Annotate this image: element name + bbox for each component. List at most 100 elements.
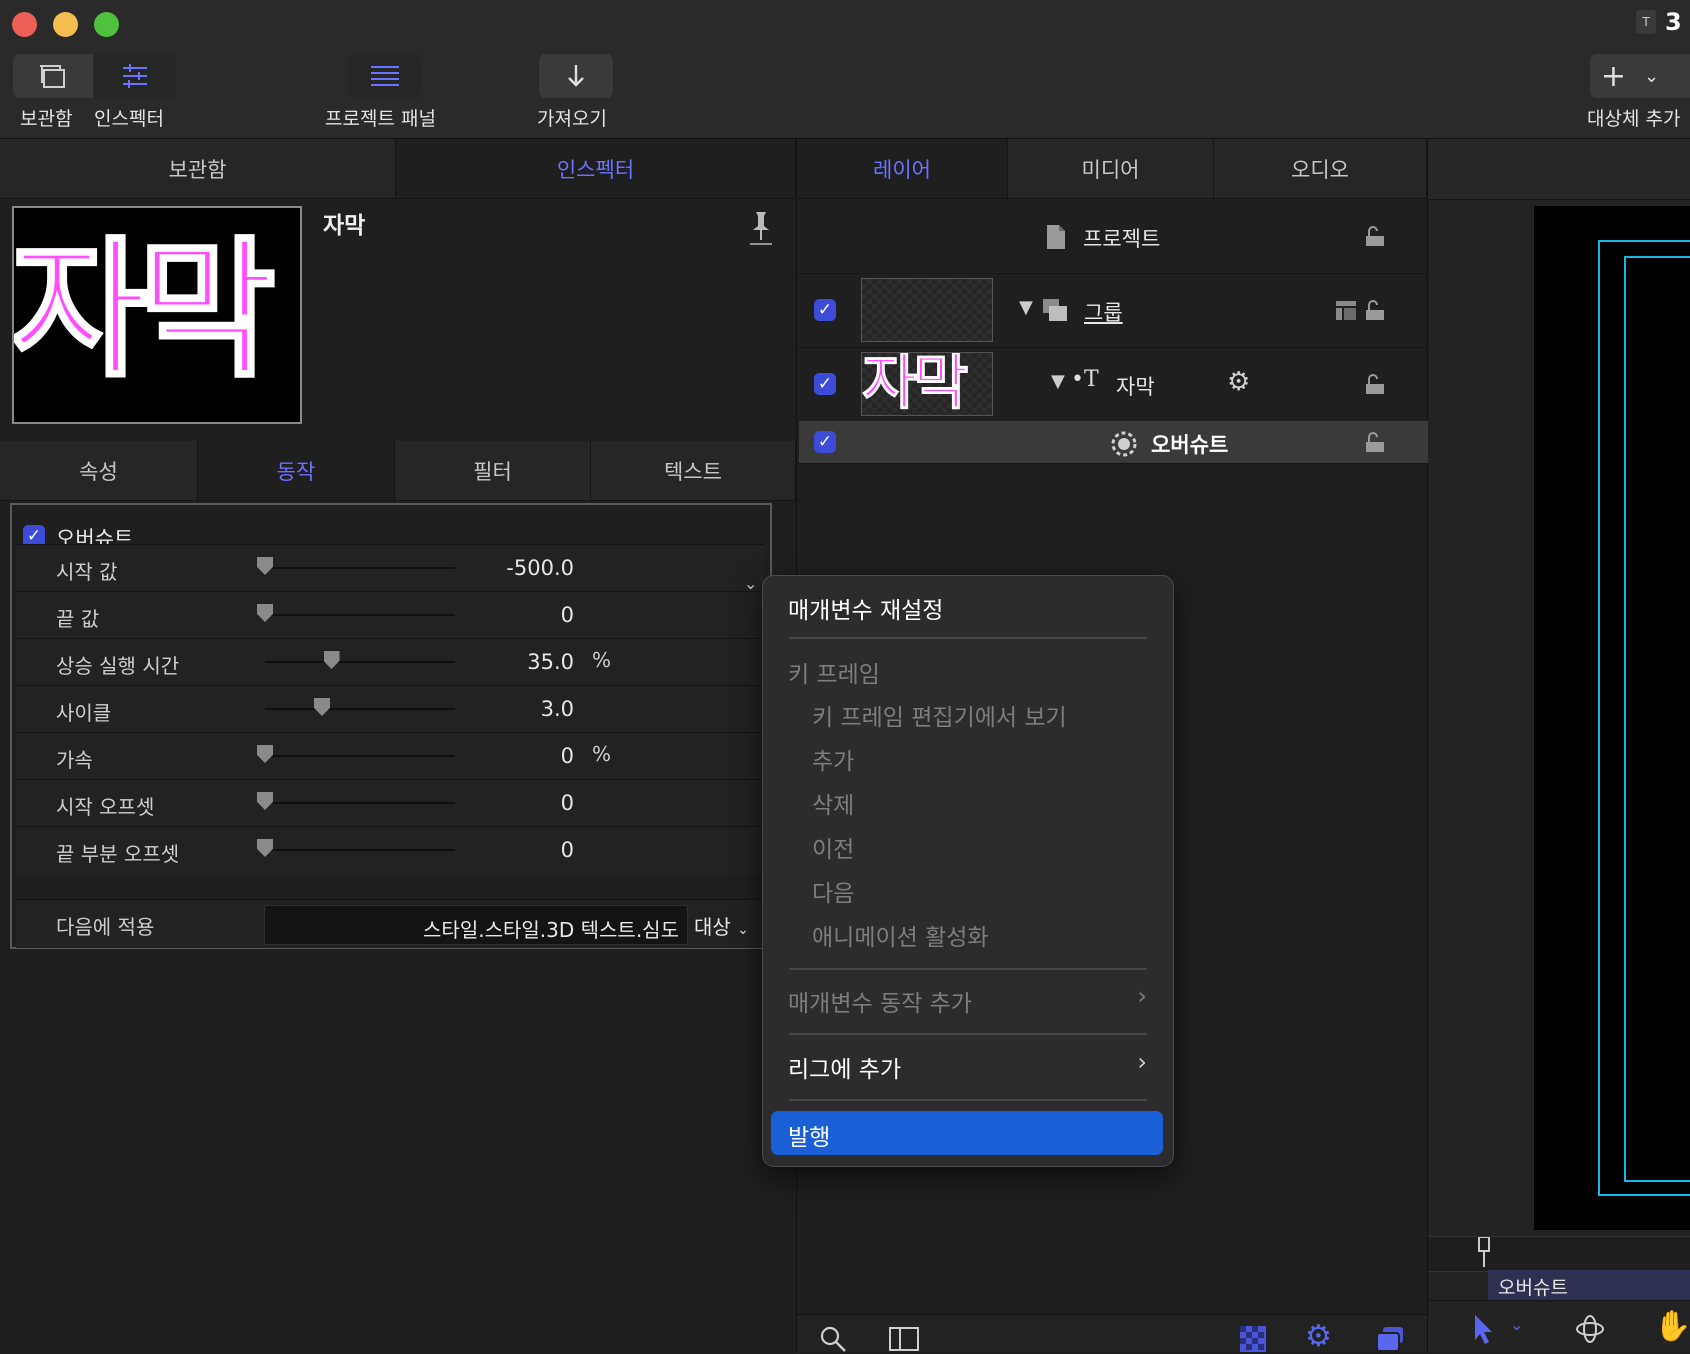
subtab-behaviors[interactable]: 동작 — [198, 441, 395, 501]
param-value-field[interactable]: 0 — [414, 603, 574, 627]
chevron-down-icon: ⌄ — [737, 922, 749, 938]
apply-to-field[interactable]: 스타일.스타일.3D 텍스트.심도 — [264, 905, 688, 945]
thumbnail-toggle-icon[interactable] — [889, 1325, 919, 1351]
param-slider-knob[interactable] — [257, 745, 273, 763]
apply-to-label: 다음에 적용 — [56, 915, 155, 939]
menu-item-add-keyframe[interactable]: 추가 — [812, 742, 854, 776]
menu-item-add-parameter-behavior[interactable]: 매개변수 동작 추가 — [788, 984, 972, 1018]
add-object-label: 대상체 추가 — [1587, 108, 1681, 130]
subtab-filters[interactable]: 필터 — [395, 441, 591, 501]
menu-item-enable-animation[interactable]: 애니메이션 활성화 — [812, 918, 989, 952]
menu-separator — [789, 968, 1147, 970]
menu-item-previous-keyframe[interactable]: 이전 — [812, 830, 854, 864]
project-panel-label: 프로젝트 패널 — [325, 108, 436, 130]
param-slider-knob[interactable] — [314, 698, 330, 716]
close-button[interactable] — [12, 12, 37, 37]
text-layer-icon: •T — [1071, 367, 1099, 392]
apply-to-row: 다음에 적용 스타일.스타일.3D 텍스트.심도 대상 ⌄ — [16, 899, 764, 948]
lock-icon[interactable] — [1364, 299, 1386, 321]
preview-title: 자막 — [323, 213, 366, 239]
menu-item-show-in-keyframe-editor[interactable]: 키 프레임 편집기에서 보기 — [812, 698, 1067, 732]
menu-separator — [789, 637, 1147, 639]
param-label: 상승 실행 시간 — [56, 654, 180, 678]
menu-item-publish[interactable]: 발행 — [771, 1111, 1163, 1155]
chevron-down-icon[interactable]: ⌄ — [1510, 1315, 1523, 1334]
param-value-field[interactable]: 3.0 — [414, 697, 574, 721]
layer-row-group[interactable]: ✓ ▼ 그룹 — [799, 273, 1430, 348]
tab-library[interactable]: 보관함 — [0, 139, 396, 199]
select-arrow-icon[interactable] — [1472, 1313, 1496, 1345]
layers-icon[interactable] — [1375, 1325, 1405, 1353]
menu-item-delete-keyframe[interactable]: 삭제 — [812, 786, 854, 820]
canvas-header — [1428, 139, 1690, 200]
behavior-gear-icon[interactable]: ⚙ — [1305, 1319, 1332, 1354]
menu-item-add-to-rig[interactable]: 리그에 추가 — [788, 1050, 901, 1084]
import-button[interactable] — [539, 54, 613, 98]
lock-icon[interactable] — [1364, 431, 1386, 453]
menu-item-next-keyframe[interactable]: 다음 — [812, 874, 854, 908]
import-label: 가져오기 — [537, 108, 607, 130]
layer-text-checkbox[interactable]: ✓ — [814, 373, 836, 395]
param-slider-knob[interactable] — [257, 839, 273, 857]
param-row-end-offset: 끝 부분 오프셋 0 — [16, 826, 764, 874]
layer-group-checkbox[interactable]: ✓ — [814, 299, 836, 321]
window-title: 3 — [1665, 8, 1682, 36]
preview-thumbnail-text: 자막 — [12, 224, 278, 398]
search-icon[interactable] — [819, 1325, 847, 1353]
tab-layers[interactable]: 레이어 — [797, 139, 1008, 199]
tab-audio[interactable]: 오디오 — [1214, 139, 1427, 199]
param-slider-knob[interactable] — [257, 604, 273, 622]
library-toggle-button[interactable] — [13, 54, 93, 98]
mini-timeline — [1428, 1236, 1690, 1272]
pin-icon[interactable] — [748, 210, 774, 250]
disclosure-triangle-icon[interactable]: ▼ — [1019, 297, 1033, 318]
project-panel-button[interactable] — [348, 54, 422, 98]
gear-icon[interactable]: ⚙ — [1227, 367, 1250, 397]
context-menu: 매개변수 재설정 키 프레임 키 프레임 편집기에서 보기 추가 삭제 이전 다… — [762, 575, 1174, 1167]
document-icon — [1047, 225, 1065, 249]
project-label: 프로젝트 — [1083, 227, 1161, 251]
layer-row-project[interactable]: 프로젝트 — [799, 199, 1430, 274]
param-slider-knob[interactable] — [323, 651, 340, 669]
checker-icon[interactable] — [1239, 1325, 1267, 1353]
timeline-bar-label: 오버슈트 — [1498, 1277, 1568, 1299]
add-object-button[interactable]: + ⌄ — [1590, 54, 1690, 98]
param-label: 끝 부분 오프셋 — [56, 842, 180, 866]
param-row-acceleration: 가속 0% — [16, 732, 764, 780]
param-label: 시작 오프셋 — [56, 795, 155, 819]
minimize-button[interactable] — [53, 12, 78, 37]
tab-media[interactable]: 미디어 — [1008, 139, 1214, 199]
param-value-field[interactable]: -500.0 — [414, 556, 574, 580]
subtab-text[interactable]: 텍스트 — [591, 441, 796, 501]
subtab-properties[interactable]: 속성 — [0, 441, 198, 501]
menu-item-reset-parameter[interactable]: 매개변수 재설정 — [788, 591, 943, 625]
param-label: 사이클 — [56, 701, 112, 725]
param-value-field[interactable]: 35.0 — [414, 650, 574, 674]
isolate-icon[interactable] — [1335, 299, 1357, 321]
layer-behavior-checkbox[interactable]: ✓ — [814, 431, 836, 453]
param-value-field[interactable]: 0 — [414, 791, 574, 815]
hand-icon[interactable]: ✋ — [1654, 1309, 1690, 1344]
chevron-down-icon[interactable]: ⌄ — [744, 574, 757, 593]
inspector-toggle-button[interactable] — [94, 54, 176, 98]
param-slider-knob[interactable] — [257, 792, 273, 810]
zoom-button[interactable] — [94, 12, 119, 37]
tab-inspector[interactable]: 인스펙터 — [396, 139, 796, 199]
lock-icon[interactable] — [1364, 373, 1386, 395]
param-slider-knob[interactable] — [257, 557, 273, 575]
timeline-bar[interactable]: 오버슈트 — [1488, 1270, 1690, 1300]
apply-to-target-popup[interactable]: 대상 ⌄ — [694, 911, 749, 940]
group-icon — [1043, 299, 1067, 321]
param-value-field[interactable]: 0 — [414, 838, 574, 862]
layer-row-text[interactable]: ✓ 자막 ▼ •T 자막 ⚙ — [799, 347, 1430, 422]
canvas-viewport[interactable] — [1534, 206, 1690, 1230]
inspector-label: 인스펙터 — [94, 108, 164, 130]
layer-row-behavior[interactable]: ✓ 오버슈트 — [799, 421, 1430, 464]
lock-icon[interactable] — [1364, 225, 1386, 247]
text-layer-thumbnail-text: 자막 — [862, 352, 969, 416]
param-value-field[interactable]: 0 — [414, 744, 574, 768]
disclosure-triangle-icon[interactable]: ▼ — [1051, 371, 1065, 392]
orbit-icon[interactable] — [1574, 1313, 1606, 1345]
list-icon — [371, 66, 399, 86]
playhead-icon[interactable] — [1476, 1237, 1494, 1267]
